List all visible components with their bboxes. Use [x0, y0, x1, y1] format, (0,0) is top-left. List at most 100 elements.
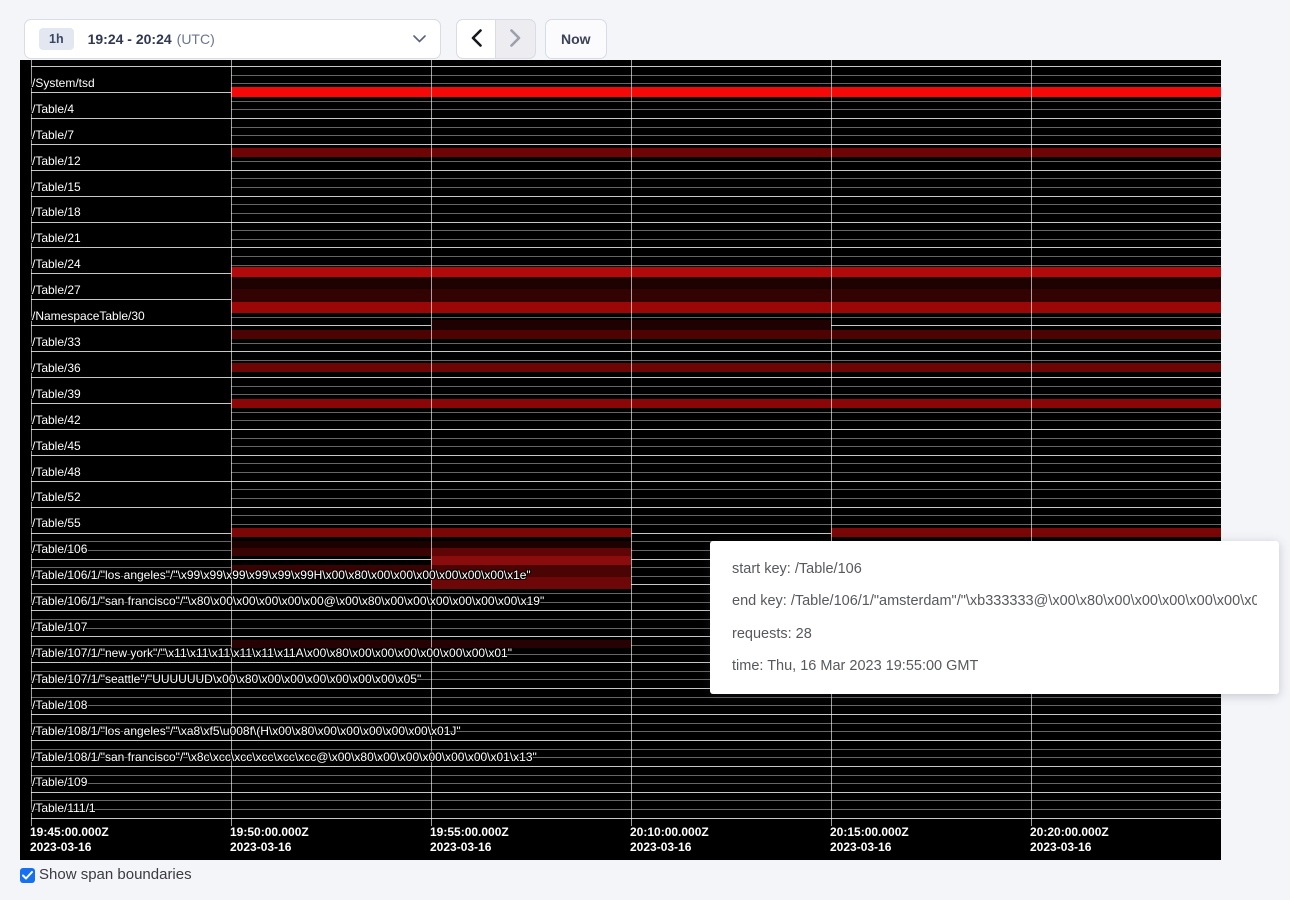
span-boundary-line	[31, 507, 1221, 508]
span-boundary-line	[31, 766, 1221, 767]
row-label: /Table/108	[32, 698, 87, 712]
time-preset-badge: 1h	[39, 28, 74, 50]
row-label: /System/tsd	[32, 76, 95, 90]
x-tick-label: 19:50:00.000Z2023-03-16	[230, 825, 309, 855]
x-tick-label: 19:45:00.000Z2023-03-16	[30, 825, 109, 855]
heat-band	[231, 277, 1221, 289]
span-boundary-line	[31, 170, 1221, 171]
previous-interval-button[interactable]	[456, 19, 496, 59]
span-boundary-line	[231, 515, 1221, 516]
x-tick-label: 20:10:00.000Z2023-03-16	[630, 825, 709, 855]
row-label: /Table/12	[32, 154, 81, 168]
row-label: /Table/111/1	[32, 801, 96, 815]
span-boundary-line	[31, 775, 1221, 776]
timezone-label: (UTC)	[177, 31, 215, 47]
row-label: /Table/33	[32, 335, 81, 349]
chevron-left-icon	[471, 29, 482, 50]
row-label: /Table/45	[32, 439, 81, 453]
span-boundary-line	[31, 714, 1221, 715]
key-visualizer-heatmap[interactable]: /System/tsd/Table/4/Table/7/Table/12/Tab…	[20, 60, 1221, 860]
span-boundary-line	[31, 455, 1221, 456]
row-label: /Table/55	[32, 516, 81, 530]
show-span-boundaries-label: Show span boundaries	[39, 866, 192, 883]
row-label: /Table/107/1/"new york"/"\x11\x11\x11\x1…	[32, 646, 512, 660]
time-bucket-line	[431, 60, 432, 826]
span-boundary-line	[231, 412, 1221, 413]
span-boundary-line	[231, 489, 1221, 490]
span-boundary-line	[31, 118, 1221, 119]
span-boundary-line	[231, 317, 1221, 318]
row-label: /Table/52	[32, 490, 81, 504]
span-boundary-line	[231, 161, 1221, 162]
now-button[interactable]: Now	[545, 19, 607, 59]
time-pager	[456, 19, 536, 59]
span-boundary-line	[31, 800, 1221, 801]
row-label: /Table/107	[32, 620, 87, 634]
row-label: /Table/106/1/"los angeles"/"\x99\x99\x99…	[32, 568, 531, 582]
span-boundary-line	[231, 213, 1221, 214]
tooltip-time: time: Thu, 16 Mar 2023 19:55:00 GMT	[732, 657, 1257, 675]
span-boundary-line	[31, 792, 1221, 793]
span-boundary-line	[31, 740, 1221, 741]
row-label: /Table/24	[32, 257, 81, 271]
span-boundary-line	[231, 524, 1221, 525]
span-boundary-line	[31, 481, 1221, 482]
span-boundary-line	[231, 101, 1221, 102]
heat-band	[231, 289, 1221, 302]
chevron-right-icon	[510, 29, 521, 50]
span-boundary-line	[31, 196, 1221, 197]
chevron-down-icon	[413, 35, 426, 43]
time-bucket-line	[631, 60, 632, 826]
span-boundary-line	[231, 472, 1221, 473]
span-boundary-line	[31, 144, 1221, 145]
time-range-selector[interactable]: 1h 19:24 - 20:24 (UTC)	[24, 19, 441, 59]
span-boundary-line	[231, 178, 1221, 179]
span-boundary-line	[231, 83, 1221, 84]
row-label: /Table/18	[32, 205, 81, 219]
row-label: /Table/107/1/"seattle"/"UUUUUUD\x00\x80\…	[32, 672, 421, 686]
time-bucket-line	[1031, 60, 1032, 826]
tooltip-end-key: end key: /Table/106/1/"amsterdam"/"\xb33…	[732, 592, 1257, 610]
span-boundary-line	[31, 783, 1221, 784]
row-label: /Table/15	[32, 180, 81, 194]
span-boundary-line	[31, 429, 1221, 430]
x-tick-label: 20:20:00.000Z2023-03-16	[1030, 825, 1109, 855]
row-label: /Table/39	[32, 387, 81, 401]
span-boundary-line	[31, 809, 1221, 810]
show-span-boundaries-checkbox[interactable]	[20, 868, 35, 883]
x-tick-label: 20:15:00.000Z2023-03-16	[830, 825, 909, 855]
span-boundary-line	[31, 247, 1221, 248]
span-boundary-line	[231, 239, 1221, 240]
span-boundary-line	[31, 222, 1221, 223]
span-boundary-line	[31, 377, 1221, 378]
time-bucket-line	[831, 60, 832, 826]
row-label: /Table/27	[32, 283, 81, 297]
span-boundary-line	[231, 498, 1221, 499]
span-boundary-line	[231, 265, 1221, 266]
span-boundary-line	[231, 75, 1221, 76]
row-label: /Table/109	[32, 775, 87, 789]
heat-band	[231, 302, 1221, 313]
span-boundary-line	[31, 351, 1221, 352]
span-boundary-line	[231, 256, 1221, 257]
row-label: /Table/21	[32, 231, 81, 245]
row-label: /Table/4	[32, 102, 74, 116]
span-tooltip: start key: /Table/106 end key: /Table/10…	[710, 541, 1279, 694]
heat-band	[231, 363, 1221, 372]
span-boundary-line	[231, 420, 1221, 421]
heat-band	[231, 548, 431, 556]
span-boundary-line	[231, 127, 1221, 128]
row-label: /Table/106	[32, 542, 87, 556]
next-interval-button[interactable]	[496, 19, 536, 59]
span-boundary-line	[231, 394, 1221, 395]
time-range-label: 19:24 - 20:24	[88, 31, 172, 47]
heat-band	[831, 528, 1221, 537]
footer-controls: Show span boundaries	[20, 866, 192, 883]
span-boundary-line	[231, 109, 1221, 110]
tooltip-requests: requests: 28	[732, 625, 1257, 643]
heat-band	[231, 148, 1221, 157]
heat-band	[231, 330, 1221, 339]
span-boundary-line	[231, 343, 1221, 344]
heat-band	[231, 399, 1221, 408]
row-label: /Table/108/1/"san francisco"/"\x8c\xcc\x…	[32, 750, 537, 764]
